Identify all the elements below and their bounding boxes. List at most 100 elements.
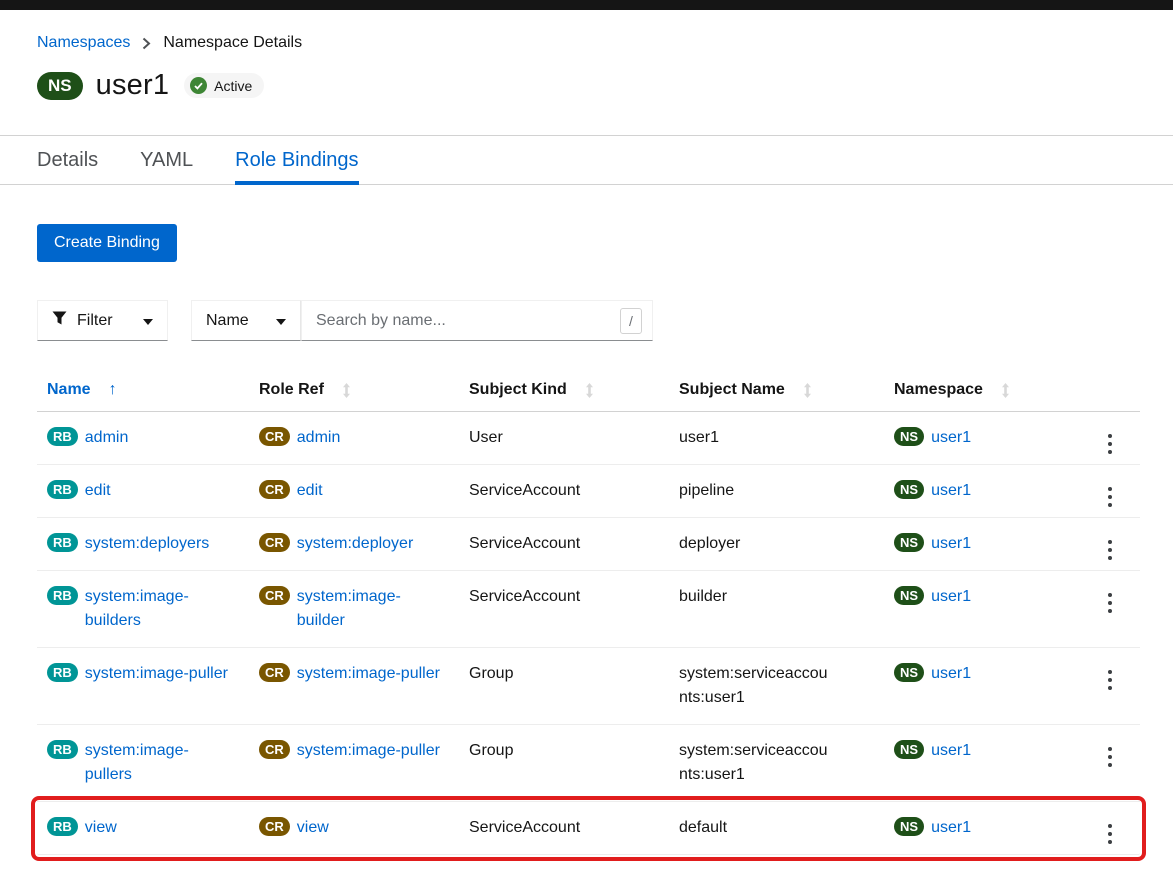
cluster-role-link[interactable]: system:image-puller xyxy=(297,739,440,763)
chevron-right-icon xyxy=(142,37,151,50)
cluster-role-link[interactable]: edit xyxy=(297,479,323,503)
name-cell: RB system:deployers xyxy=(37,518,249,570)
namespace-link[interactable]: user1 xyxy=(931,426,971,450)
role-binding-badge: RB xyxy=(47,586,78,605)
role-binding-link[interactable]: system:image-puller xyxy=(85,662,228,686)
name-cell: RB system:image-puller xyxy=(37,648,249,700)
tab-yaml[interactable]: YAML xyxy=(140,136,193,184)
breadcrumb-link-namespaces[interactable]: Namespaces xyxy=(37,34,130,52)
subject-kind-cell: ServiceAccount xyxy=(459,518,669,570)
role-ref-cell: CR system:deployer xyxy=(249,518,459,570)
table-row: RB system:image-builders CR system:image… xyxy=(37,571,1140,648)
column-header-subject-name[interactable]: Subject Name xyxy=(669,371,884,411)
tab-details[interactable]: Details xyxy=(37,136,98,184)
role-ref-cell: CR view xyxy=(249,802,459,854)
filter-dropdown-label: Filter xyxy=(77,312,113,330)
kebab-menu-button[interactable] xyxy=(1102,822,1118,846)
subject-kind-cell: ServiceAccount xyxy=(459,465,669,517)
page-header: Namespaces Namespace Details NS user1 Ac… xyxy=(0,10,1173,102)
kebab-menu-button[interactable] xyxy=(1102,668,1118,692)
chevron-down-icon xyxy=(143,312,153,330)
cluster-role-link[interactable]: system:image-builder xyxy=(297,585,442,633)
search-input[interactable] xyxy=(316,312,620,330)
role-binding-badge: RB xyxy=(47,480,78,499)
namespace-cell: NS user1 xyxy=(884,412,1080,464)
search-field: / xyxy=(301,300,653,341)
kebab-menu-button[interactable] xyxy=(1102,432,1118,456)
check-circle-icon xyxy=(190,77,207,94)
column-header-role-ref-label: Role Ref xyxy=(259,381,324,399)
table-row: RB system:deployers CR system:deployer S… xyxy=(37,518,1140,571)
role-binding-link[interactable]: system:image-pullers xyxy=(85,739,230,787)
namespace-badge: NS xyxy=(894,533,924,552)
column-header-namespace-label: Namespace xyxy=(894,381,983,399)
namespace-link[interactable]: user1 xyxy=(931,585,971,609)
subject-kind-cell: ServiceAccount xyxy=(459,802,669,854)
cluster-role-link[interactable]: view xyxy=(297,816,329,840)
table-header-row: Name ↑ Role Ref Subject Kind Subject Nam… xyxy=(37,371,1140,412)
kebab-menu-button[interactable] xyxy=(1102,591,1118,615)
role-binding-badge: RB xyxy=(47,663,78,682)
namespace-resource-badge: NS xyxy=(37,72,83,100)
cluster-role-badge: CR xyxy=(259,817,290,836)
column-header-role-ref[interactable]: Role Ref xyxy=(249,371,459,411)
namespace-badge: NS xyxy=(894,740,924,759)
column-header-name[interactable]: Name ↑ xyxy=(37,371,249,411)
role-ref-cell: CR system:image-puller xyxy=(249,725,459,777)
filter-type-selected: Name xyxy=(206,312,249,330)
column-header-subject-kind-label: Subject Kind xyxy=(469,381,567,399)
column-header-name-label: Name xyxy=(47,381,91,399)
namespace-link[interactable]: user1 xyxy=(931,479,971,503)
sort-both-icon xyxy=(1001,383,1010,398)
subject-name-cell: default xyxy=(669,802,844,854)
title-row: NS user1 Active xyxy=(37,69,1140,102)
namespace-cell: NS user1 xyxy=(884,648,1080,700)
role-ref-cell: CR system:image-builder xyxy=(249,571,459,647)
role-binding-link[interactable]: edit xyxy=(85,479,111,503)
namespace-badge: NS xyxy=(894,663,924,682)
cluster-role-badge: CR xyxy=(259,586,290,605)
namespace-link[interactable]: user1 xyxy=(931,739,971,763)
table-row: RB edit CR edit ServiceAccount pipeline … xyxy=(37,465,1140,518)
role-ref-cell: CR system:image-puller xyxy=(249,648,459,700)
subject-name-cell: system:serviceaccounts:user1 xyxy=(669,648,844,724)
cluster-role-badge: CR xyxy=(259,740,290,759)
cluster-role-badge: CR xyxy=(259,533,290,552)
role-binding-link[interactable]: system:deployers xyxy=(85,532,210,556)
role-binding-link[interactable]: admin xyxy=(85,426,129,450)
cluster-role-link[interactable]: system:deployer xyxy=(297,532,414,556)
cluster-role-link[interactable]: admin xyxy=(297,426,341,450)
sort-both-icon xyxy=(585,383,594,398)
sort-both-icon xyxy=(803,383,812,398)
filter-type-dropdown[interactable]: Name xyxy=(191,300,301,341)
create-binding-button[interactable]: Create Binding xyxy=(37,224,177,262)
table-row: RB admin CR admin User user1 NS user1 xyxy=(37,412,1140,465)
column-header-subject-kind[interactable]: Subject Kind xyxy=(459,371,669,411)
namespace-badge: NS xyxy=(894,480,924,499)
main-content: Create Binding Filter Name / xyxy=(0,185,1173,855)
role-binding-link[interactable]: system:image-builders xyxy=(85,585,230,633)
kebab-menu-button[interactable] xyxy=(1102,485,1118,509)
masthead-bar xyxy=(0,0,1173,10)
kebab-menu-button[interactable] xyxy=(1102,538,1118,562)
namespace-link[interactable]: user1 xyxy=(931,662,971,686)
namespace-link[interactable]: user1 xyxy=(931,532,971,556)
name-cell: RB view xyxy=(37,802,249,854)
namespace-cell: NS user1 xyxy=(884,571,1080,623)
filter-dropdown[interactable]: Filter xyxy=(37,300,168,341)
slash-shortcut-hint: / xyxy=(620,308,642,334)
namespace-link[interactable]: user1 xyxy=(931,816,971,840)
cluster-role-link[interactable]: system:image-puller xyxy=(297,662,440,686)
table-row: RB system:image-pullers CR system:image-… xyxy=(37,725,1140,802)
name-cell: RB edit xyxy=(37,465,249,517)
subject-name-cell: system:serviceaccounts:user1 xyxy=(669,725,844,801)
subject-name-cell: pipeline xyxy=(669,465,844,517)
namespace-cell: NS user1 xyxy=(884,725,1080,777)
role-ref-cell: CR edit xyxy=(249,465,459,517)
column-header-namespace[interactable]: Namespace xyxy=(884,371,1080,411)
filter-icon xyxy=(52,311,67,330)
tab-role-bindings[interactable]: Role Bindings xyxy=(235,136,358,184)
kebab-menu-button[interactable] xyxy=(1102,745,1118,769)
status-label: Active xyxy=(214,78,252,94)
role-binding-link[interactable]: view xyxy=(85,816,117,840)
